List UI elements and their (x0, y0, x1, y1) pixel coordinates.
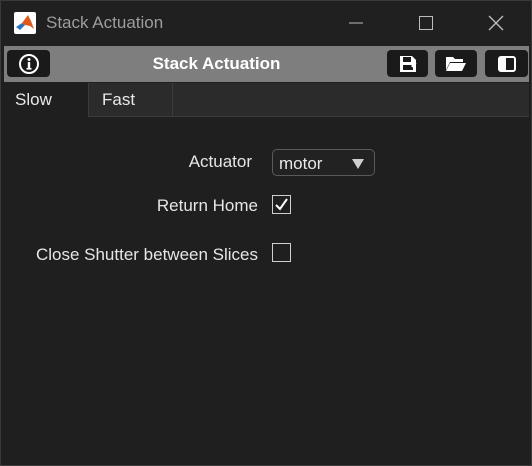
minimize-button[interactable] (321, 1, 391, 45)
open-folder-button[interactable] (435, 50, 477, 77)
close-button[interactable] (461, 1, 531, 45)
tab-slow[interactable]: Slow (4, 83, 89, 117)
maximize-button[interactable] (391, 1, 461, 45)
checkmark-icon (275, 198, 288, 211)
stack-actuation-window: Stack Actuation Stack Actuation Slow Fas… (0, 0, 532, 466)
slow-tab-panel: Actuator motor Return Home Close Shutter… (4, 117, 529, 463)
panel-toggle-icon (497, 55, 516, 72)
maximize-icon (419, 16, 433, 30)
save-button[interactable] (387, 50, 428, 77)
info-button[interactable] (7, 50, 50, 77)
window-title: Stack Actuation (46, 13, 164, 32)
close-shutter-label: Close Shutter between Slices (35, 245, 258, 264)
toolbar: Stack Actuation (4, 46, 529, 82)
toolbar-title: Stack Actuation (152, 54, 281, 73)
title-bar: Stack Actuation (1, 1, 531, 45)
close-icon (488, 15, 504, 31)
actuator-label: Actuator (188, 152, 252, 171)
info-icon (18, 53, 39, 74)
minimize-icon (349, 22, 363, 24)
save-icon (399, 55, 416, 72)
matlab-icon (14, 12, 36, 34)
actuator-dropdown[interactable]: motor (272, 149, 375, 176)
toggle-panel-button[interactable] (485, 50, 528, 77)
tab-fast[interactable]: Fast (89, 83, 173, 116)
return-home-label: Return Home (156, 196, 258, 215)
close-shutter-checkbox[interactable] (272, 243, 291, 262)
actuator-value: motor (279, 154, 323, 173)
chevron-down-icon (352, 159, 364, 169)
return-home-checkbox[interactable] (272, 195, 291, 214)
tab-bar: Slow Fast (4, 83, 529, 117)
folder-open-icon (446, 56, 466, 71)
